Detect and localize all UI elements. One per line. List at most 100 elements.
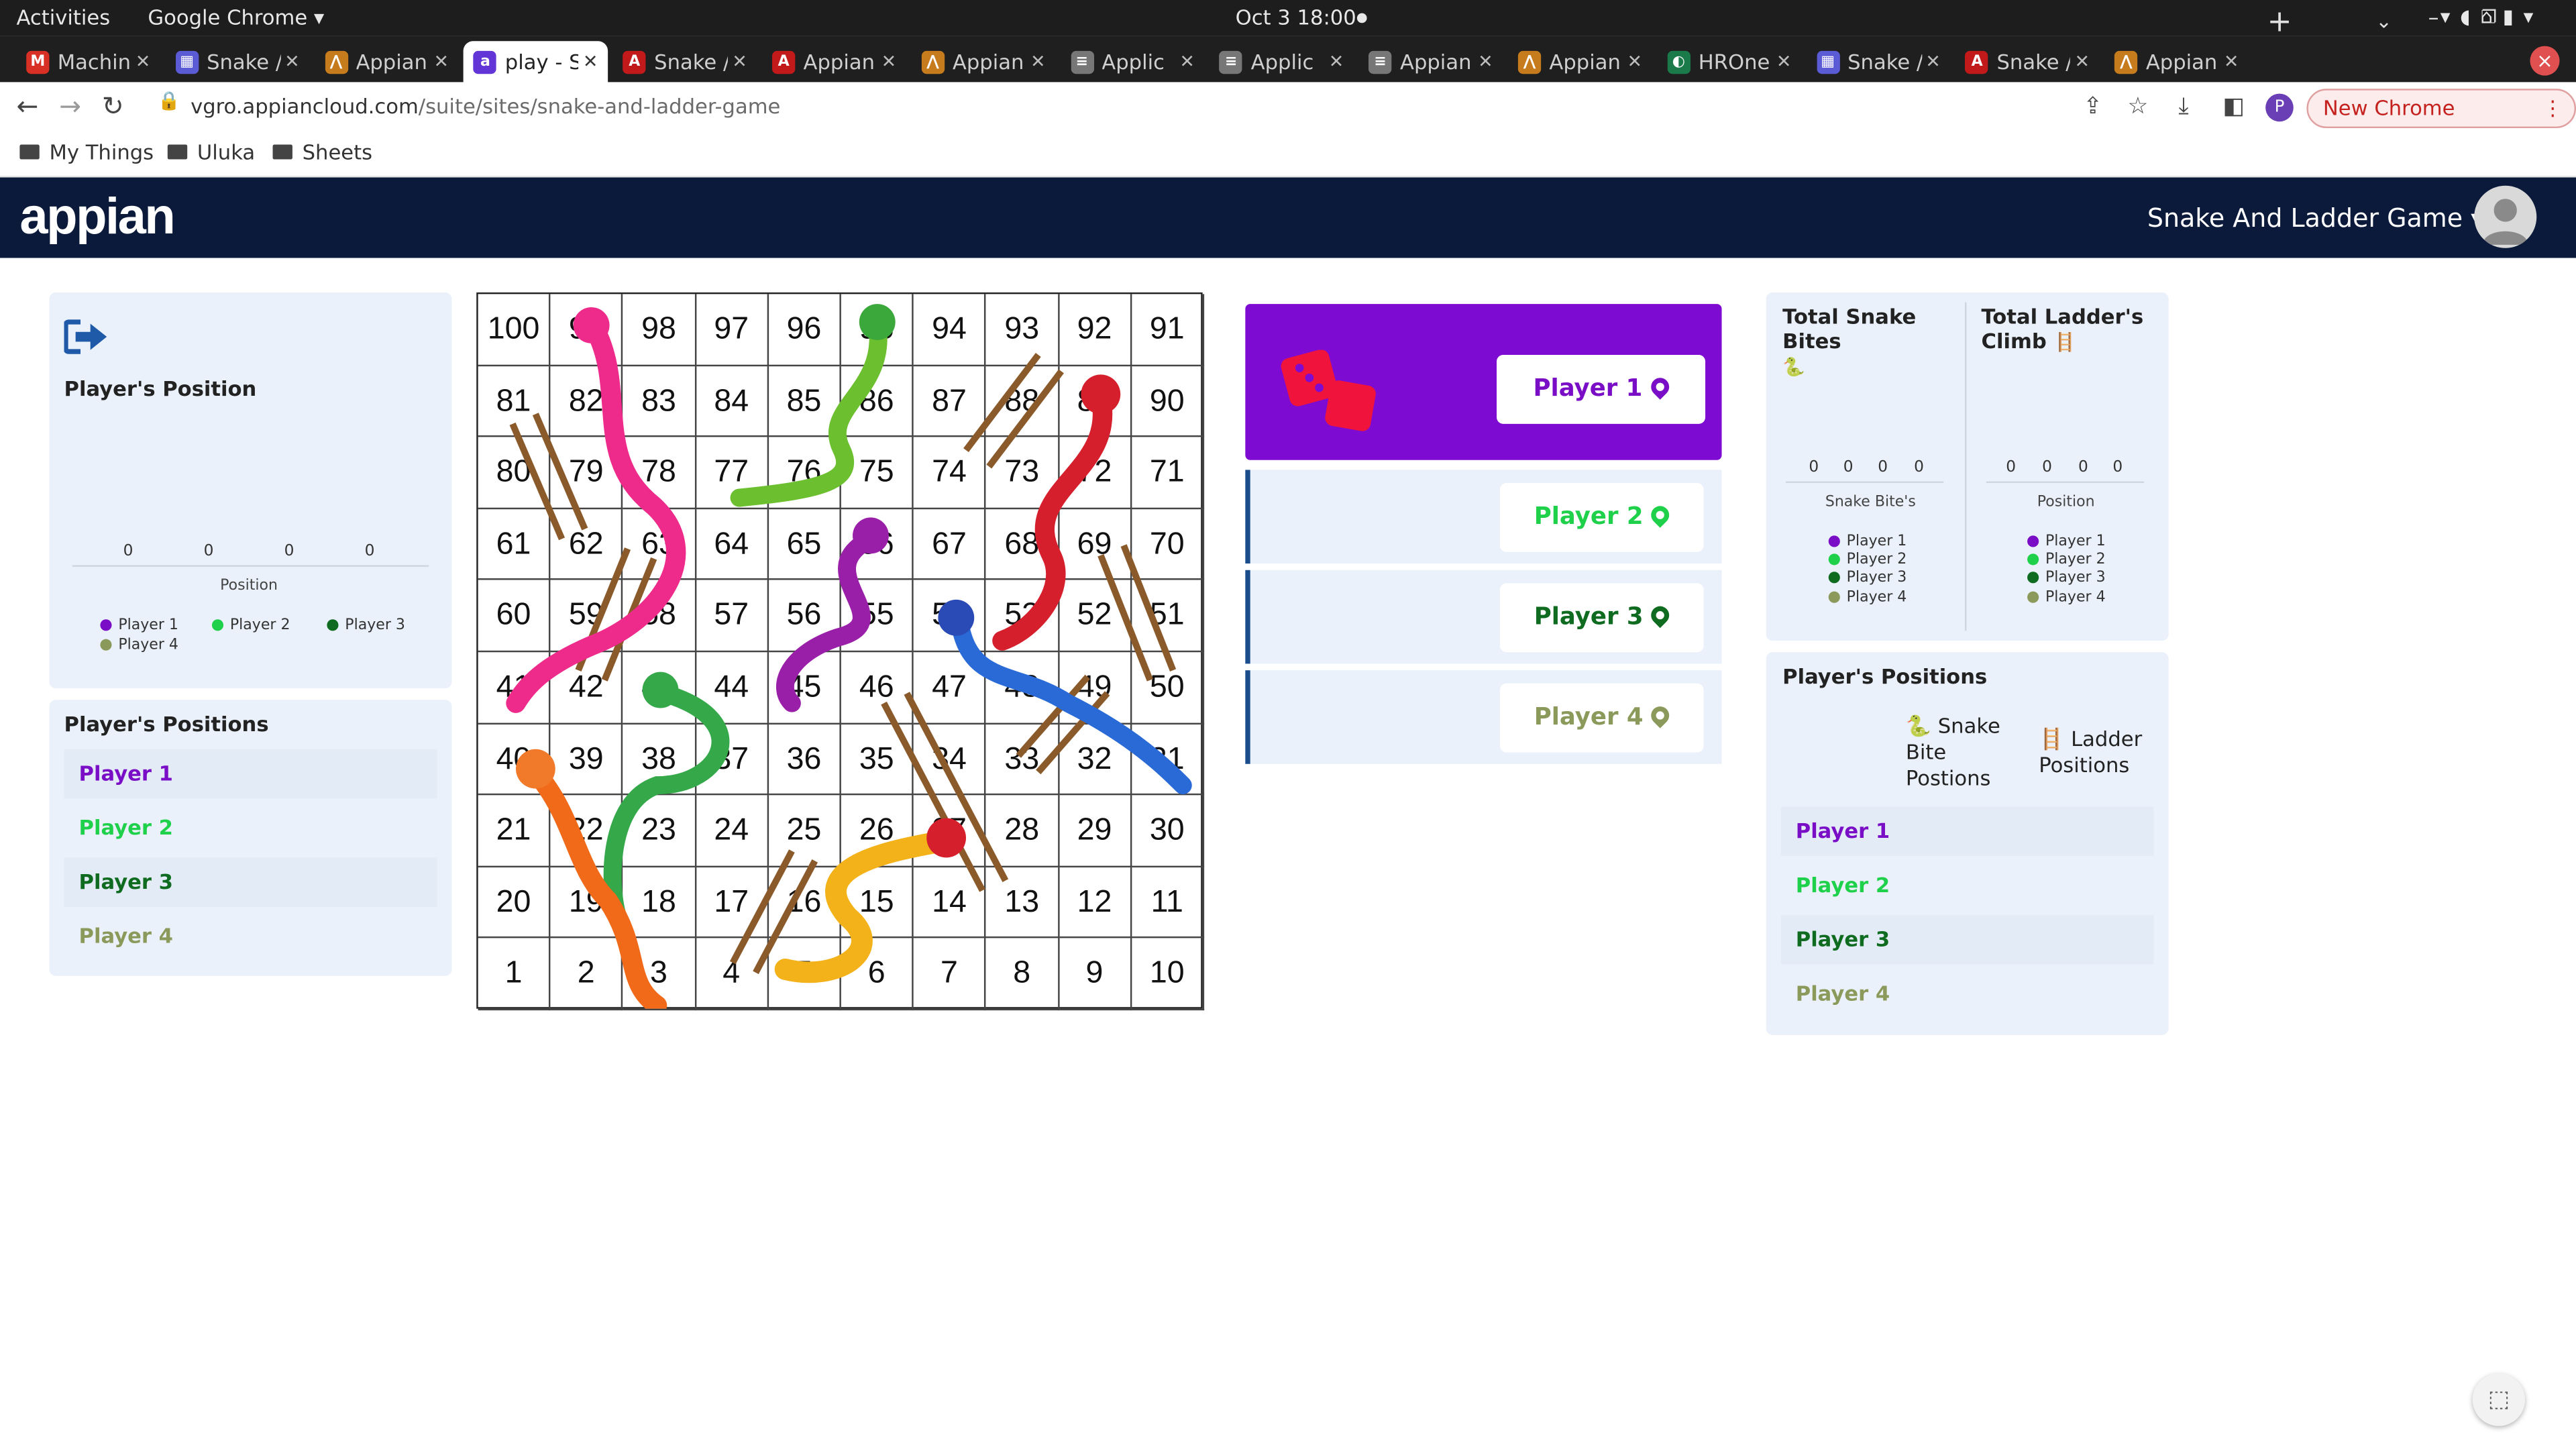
share-icon[interactable]: ⇪ <box>2083 94 2102 120</box>
player-card-1-active: Player 1 <box>1245 304 1722 460</box>
close-tab-icon[interactable]: ✕ <box>1325 51 1348 72</box>
board-cell: 11 <box>1131 867 1205 939</box>
tab-search-icon[interactable]: ⌄ <box>2375 10 2392 33</box>
legend-player-2[interactable]: Player 2 <box>1828 552 1907 568</box>
player-3-button[interactable]: Player 3 <box>1499 583 1704 653</box>
browser-tab[interactable]: ◐ HROne ✕ <box>1658 41 1803 82</box>
legend-dot <box>1828 553 1840 566</box>
appian-logo[interactable]: appian <box>19 187 175 246</box>
new-tab-icon[interactable]: + <box>2267 5 2292 39</box>
board-cell: 55 <box>841 580 914 653</box>
close-tab-icon[interactable]: ✕ <box>1772 51 1795 72</box>
legend-player-2[interactable]: Player 2 <box>2027 552 2106 568</box>
close-tab-icon[interactable]: ✕ <box>1921 51 1944 72</box>
tab-title: Applic <box>1102 49 1165 74</box>
legend-player-2[interactable]: Player 2 <box>211 618 290 634</box>
legend-player-1[interactable]: Player 1 <box>2027 534 2106 550</box>
address-bar[interactable]: 🔒 vgro.appiancloud.com/suite/sites/snake… <box>148 89 2070 125</box>
board-cell: 30 <box>1131 795 1205 867</box>
app-menu[interactable]: Google Chrome ▾ <box>148 5 324 30</box>
board-cell: 20 <box>478 867 551 939</box>
back-icon[interactable]: ← <box>16 91 38 122</box>
browser-tab[interactable]: ⋀ Appian ✕ <box>1508 41 1653 82</box>
forward-icon[interactable]: → <box>59 91 81 122</box>
lock-icon[interactable]: 🔒 <box>158 91 180 112</box>
board-cell: 67 <box>914 508 987 581</box>
legend-player-4[interactable]: Player 4 <box>1828 590 1907 606</box>
close-tab-icon[interactable]: ✕ <box>280 51 303 72</box>
site-switcher[interactable]: Snake And Ladder Game ▾ <box>2147 204 2483 233</box>
maximize-icon[interactable]: ❐ <box>2481 7 2497 28</box>
close-tab-icon[interactable]: ✕ <box>1474 51 1497 72</box>
bookmark-folder-sheets[interactable]: Sheets <box>272 140 372 164</box>
bookmark-star-icon[interactable]: ☆ <box>2127 94 2148 120</box>
browser-tab[interactable]: ≡ Applic ✕ <box>1210 41 1354 82</box>
bookmark-label: My Things <box>49 140 154 164</box>
clock[interactable]: Oct 3 18:00 <box>1236 5 1356 30</box>
browser-tab[interactable]: A Snake / ✕ <box>1955 41 2100 82</box>
floating-action-icon[interactable]: ⬚ <box>2472 1373 2526 1426</box>
legend-player-4[interactable]: Player 4 <box>2027 590 2106 606</box>
activities-button[interactable]: Activities <box>16 5 110 30</box>
browser-tab[interactable]: ⋀ Appian ✕ <box>912 41 1057 82</box>
legend-player-3[interactable]: Player 3 <box>327 618 405 634</box>
board-cell: 65 <box>768 508 841 581</box>
notification-dot <box>1356 13 1367 23</box>
close-tab-icon[interactable]: ✕ <box>2071 51 2094 72</box>
legend-player-3[interactable]: Player 3 <box>1828 570 1907 586</box>
legend-player-4[interactable]: Player 4 <box>100 637 178 654</box>
browser-tab[interactable]: M Machin ✕ <box>16 41 161 82</box>
update-chrome-button[interactable]: New Chrome available⋮ <box>2306 89 2576 156</box>
ladder-climb-title: Total Ladder's Climb 🪜 <box>1981 304 2158 353</box>
dice-icon[interactable] <box>1278 350 1380 432</box>
close-window-icon[interactable]: × <box>2530 46 2560 76</box>
download-icon[interactable]: ⤓ <box>2178 94 2188 120</box>
close-tab-icon[interactable]: ✕ <box>1175 51 1198 72</box>
legend-label: Player 3 <box>2045 570 2106 587</box>
browser-tab[interactable]: ⋀ Appian ✕ <box>315 41 460 82</box>
browser-tab[interactable]: ▦ Snake / ✕ <box>166 41 311 82</box>
profile-avatar-icon[interactable]: P <box>2265 93 2294 122</box>
bookmark-folder-uluka[interactable]: Uluka <box>167 140 255 164</box>
close-tab-icon[interactable]: ✕ <box>1623 51 1646 72</box>
board-cell: 68 <box>986 508 1059 581</box>
browser-tab[interactable]: A Appian ✕ <box>762 41 907 82</box>
minimize-icon[interactable]: – <box>2428 7 2439 32</box>
browser-tab[interactable]: a play - S ✕ <box>464 41 609 83</box>
close-tab-icon[interactable]: ✕ <box>579 51 602 72</box>
close-tab-icon[interactable]: ✕ <box>131 51 154 72</box>
browser-tab[interactable]: ≡ Appian ✕ <box>1359 41 1504 82</box>
close-tab-icon[interactable]: ✕ <box>1026 51 1049 72</box>
legend-player-1[interactable]: Player 1 <box>100 618 178 634</box>
close-tab-icon[interactable]: ✕ <box>728 51 751 72</box>
bookmark-folder-my-things[interactable]: My Things <box>19 140 154 164</box>
divider <box>1965 302 1967 631</box>
close-tab-icon[interactable]: ✕ <box>877 51 900 72</box>
player-1-button[interactable]: Player 1 <box>1497 354 1706 424</box>
board-cell: 51 <box>1131 580 1205 653</box>
close-tab-icon[interactable]: ✕ <box>430 51 453 72</box>
exit-icon[interactable] <box>64 319 111 355</box>
legend-player-1[interactable]: Player 1 <box>1828 534 1907 550</box>
legend-player-3[interactable]: Player 3 <box>2027 570 2106 586</box>
legend-label: Player 1 <box>2045 533 2106 551</box>
more-menu-icon[interactable]: ⋮ <box>2542 91 2563 127</box>
user-avatar[interactable] <box>2474 185 2537 248</box>
board-cell: 62 <box>550 508 624 581</box>
player-4-button[interactable]: Player 4 <box>1499 683 1704 753</box>
player-2-button[interactable]: Player 2 <box>1499 483 1704 552</box>
board-cell: 10 <box>1131 938 1205 1011</box>
legend-label: Player 1 <box>118 617 178 635</box>
user-silhouette-icon <box>2482 199 2529 245</box>
browser-tab[interactable]: A Snake / ✕ <box>613 41 758 82</box>
bar-value-player-3: 0 <box>284 542 294 561</box>
reload-icon[interactable]: ↻ <box>102 91 124 122</box>
browser-tab[interactable]: ≡ Applic ✕ <box>1061 41 1205 82</box>
side-panel-icon[interactable]: ◧ <box>2222 94 2244 120</box>
board-cell: 81 <box>478 366 551 437</box>
browser-tab[interactable]: ▦ Snake / ✕ <box>1807 41 1951 82</box>
close-tab-icon[interactable]: ✕ <box>2220 51 2243 72</box>
board-cell: 15 <box>841 867 914 939</box>
browser-tab[interactable]: ⋀ Appian ✕ <box>2105 41 2250 82</box>
board-cell: 52 <box>1059 580 1132 653</box>
